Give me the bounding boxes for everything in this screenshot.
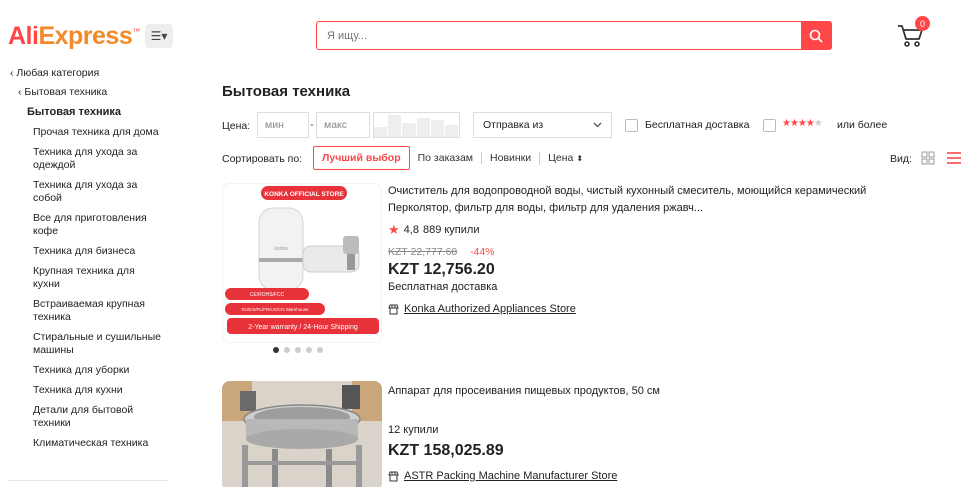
free-shipping-checkbox[interactable] <box>625 119 638 132</box>
food-sifter-product-image <box>222 381 382 487</box>
ship-from-dropdown[interactable]: Отправка из <box>473 112 612 138</box>
original-price: KZT 22,777.68 <box>388 246 458 258</box>
product-title[interactable]: Очиститель для водопроводной воды, чисты… <box>388 183 928 217</box>
sidebar-item[interactable]: Климатическая техника <box>33 437 163 450</box>
sidebar-item[interactable]: Встраиваемая крупная техника <box>33 298 163 324</box>
search-icon <box>809 29 823 43</box>
sort-label: Сортировать по: <box>222 153 303 165</box>
hamburger-icon: ☰▾ <box>150 29 168 43</box>
chevron-left-icon: ‹ <box>10 67 14 79</box>
sort-by-price[interactable]: Цена ⬍ <box>539 151 591 165</box>
chevron-down-icon <box>593 122 602 128</box>
img-brand-text: konka <box>274 246 288 252</box>
store-link[interactable]: Konka Authorized Appliances Store <box>388 303 576 315</box>
store-name: Konka Authorized Appliances Store <box>404 303 576 315</box>
list-view-icon[interactable] <box>946 151 962 165</box>
rating-filter-stars: ★★★★★ <box>782 118 823 129</box>
store-link[interactable]: ASTR Packing Machine Manufacturer Store <box>388 470 617 482</box>
carousel-dot[interactable] <box>295 347 301 353</box>
star-icon: ★★★★ <box>782 118 815 129</box>
price-max-placeholder: макс <box>324 119 348 131</box>
img-badge-text: KONKA OFFICIAL STORE <box>264 191 344 198</box>
search-bar <box>316 21 832 50</box>
sidebar-item[interactable]: Детали для бытовой техники <box>33 404 163 430</box>
sort-best-match[interactable]: Лучший выбор <box>313 146 410 170</box>
sidebar-item[interactable]: Техника для бизнеса <box>33 245 163 258</box>
sidebar-item[interactable]: Техника для ухода за одеждой <box>33 146 163 172</box>
product-price: KZT 158,025.89 <box>388 442 504 459</box>
price-range-dash: - <box>310 119 314 131</box>
search-button[interactable] <box>801 22 831 49</box>
store-icon <box>388 304 399 314</box>
sidebar-divider <box>8 480 168 481</box>
sidebar-current-category: Бытовая техника <box>27 106 121 118</box>
price-max-input[interactable]: макс <box>316 112 370 138</box>
img-cert2-text: RU/ES/PL/FR/US/CN Warehouse <box>241 307 309 312</box>
free-shipping-label: Бесплатная доставка <box>645 119 750 131</box>
sidebar-subcategory-list: Прочая техника для дома Техника для уход… <box>33 126 163 457</box>
img-cert1-text: CE/ROHS/FCC <box>250 292 285 298</box>
page-title: Бытовая техника <box>222 83 351 100</box>
sort-options: Лучший выбор По заказам Новинки Цена ⬍ <box>313 146 591 170</box>
grid-view-icon[interactable] <box>921 151 935 165</box>
star-icon: ★ <box>388 222 400 237</box>
sort-newest[interactable]: Новинки <box>481 152 539 164</box>
sort-by-price-label: Цена <box>548 151 574 164</box>
carousel-dot[interactable] <box>317 347 323 353</box>
ship-from-label: Отправка из <box>483 119 544 131</box>
sidebar-back-parent[interactable]: ‹ Бытовая техника <box>18 86 107 98</box>
cart-count-badge: 0 <box>915 16 930 31</box>
chevron-left-icon: ‹ <box>18 86 22 98</box>
price-min-placeholder: мин <box>265 119 284 131</box>
sidebar-back-all-label: Любая категория <box>16 67 100 79</box>
product-title[interactable]: Аппарат для просеивания пищевых продукто… <box>388 383 928 400</box>
store-icon <box>388 471 399 481</box>
sidebar-item[interactable]: Техника для уборки <box>33 364 163 377</box>
product-price: KZT 12,756.20 <box>388 261 495 278</box>
product-image[interactable] <box>222 381 382 487</box>
store-name: ASTR Packing Machine Manufacturer Store <box>404 470 618 482</box>
rating-filter-checkbox[interactable] <box>763 119 776 132</box>
sidebar-item[interactable]: Техника для ухода за собой <box>33 179 163 205</box>
sold-count: 889 купили <box>422 224 480 236</box>
rating-value: 4,8 <box>403 224 419 236</box>
search-input[interactable] <box>317 22 801 49</box>
price-histogram[interactable] <box>373 112 460 138</box>
image-carousel-dots <box>273 347 323 353</box>
sidebar-item[interactable]: Все для приготовления кофе <box>33 212 163 238</box>
sidebar-item[interactable]: Стиральные и сушильные машины <box>33 331 163 357</box>
star-empty-icon: ★ <box>813 118 823 129</box>
product-image[interactable]: KONKA OFFICIAL STORE konka CE/ROHS/FCC R… <box>222 183 382 343</box>
sort-arrows-icon: ⬍ <box>576 153 584 163</box>
rating-filter-label: или более <box>837 119 888 131</box>
sidebar-back-parent-label: Бытовая техника <box>24 86 108 98</box>
sold-count: 12 купили <box>388 424 439 436</box>
carousel-dot[interactable] <box>273 347 279 353</box>
price-filter-label: Цена: <box>222 120 251 132</box>
carousel-dot[interactable] <box>284 347 290 353</box>
logo-tm: ™ <box>132 27 140 36</box>
sidebar-item[interactable]: Техника для кухни <box>33 384 163 397</box>
discount-badge: -44% <box>470 246 495 258</box>
sidebar-back-all[interactable]: ‹ Любая категория <box>10 67 99 79</box>
product-rating: ★ 4,8 889 купили <box>388 222 479 238</box>
shipping-info: Бесплатная доставка <box>388 281 498 293</box>
carousel-dot[interactable] <box>306 347 312 353</box>
water-filter-product-image: KONKA OFFICIAL STORE konka CE/ROHS/FCC R… <box>223 184 381 342</box>
img-warranty-text: 2-Year warranty / 24-Hour Shipping <box>248 324 358 331</box>
view-label: Вид: <box>890 153 912 165</box>
logo-ali-text: Ali <box>8 22 39 50</box>
sidebar-item[interactable]: Крупная техника для кухни <box>33 265 163 291</box>
aliexpress-logo[interactable]: AliExpress™ <box>8 22 140 50</box>
logo-express-text: Express <box>38 22 133 50</box>
sort-by-orders[interactable]: По заказам <box>410 152 481 164</box>
sidebar-item[interactable]: Прочая техника для дома <box>33 126 163 139</box>
price-min-input[interactable]: мин <box>257 112 309 138</box>
category-menu-button[interactable]: ☰▾ <box>145 24 173 48</box>
